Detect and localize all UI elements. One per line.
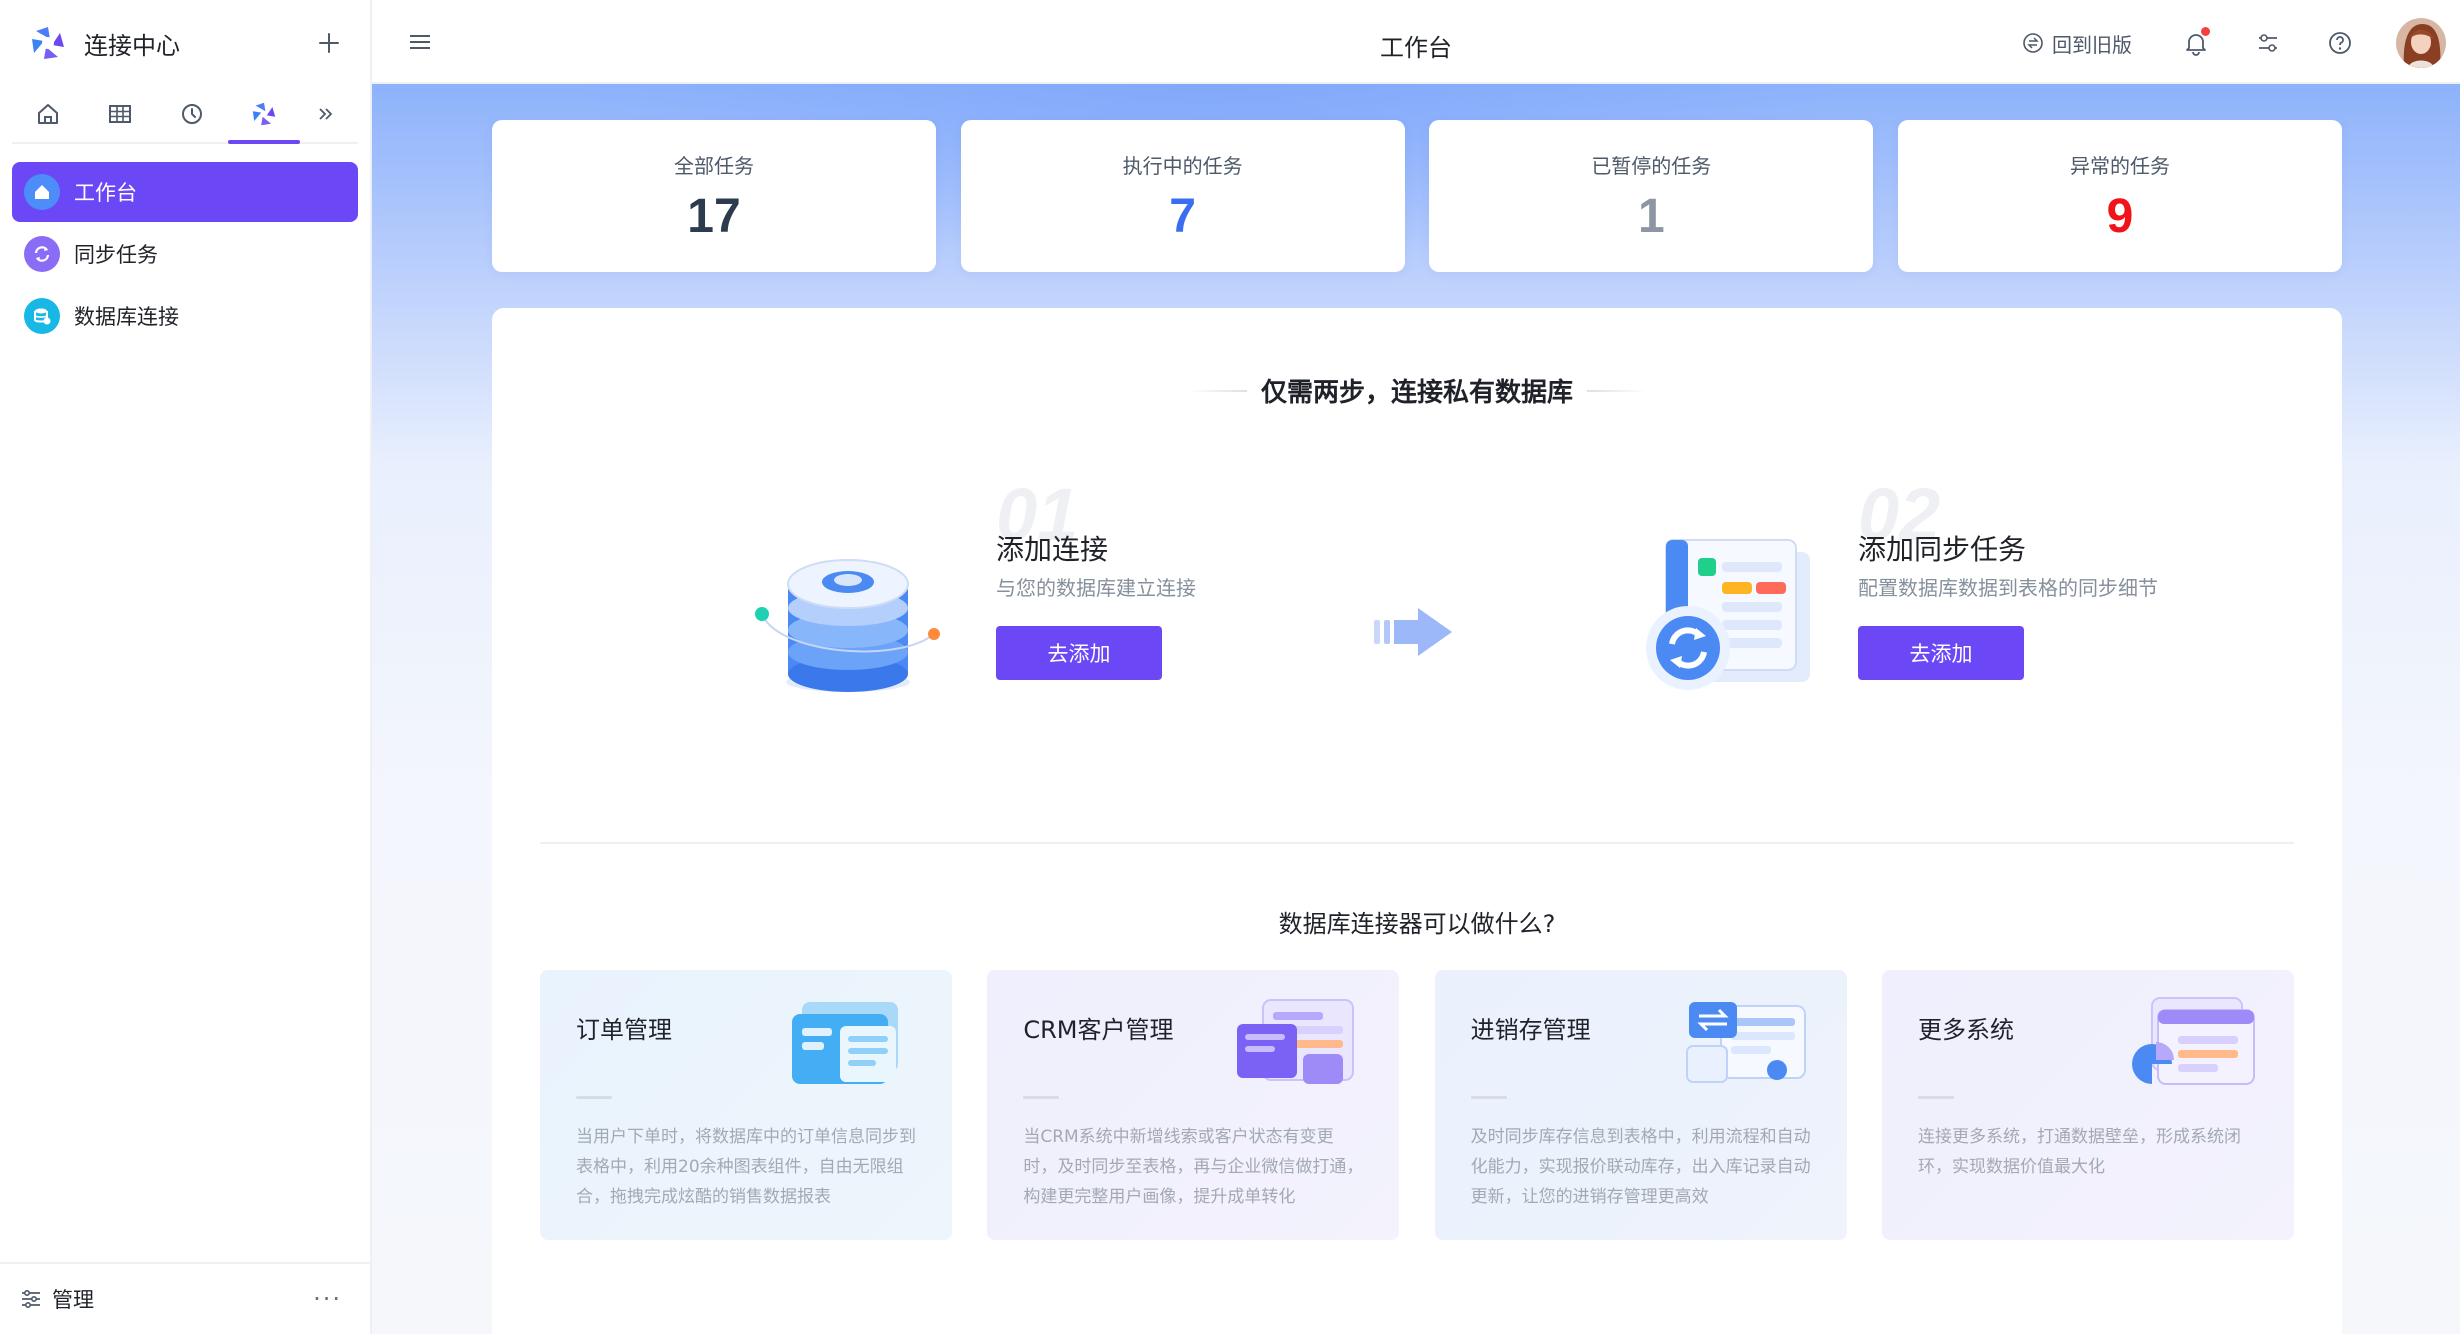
workbench-icon: [24, 174, 60, 210]
divider: [540, 842, 2294, 844]
guide-panel: 仅需两步，连接私有数据库 01 添加连接 与您的数据库建立连接 去添加 02 添…: [492, 308, 2342, 1334]
feature-title: CRM客户管理: [1023, 1016, 1174, 1044]
clock-icon: [179, 101, 205, 127]
double-chevron-right-icon: [316, 105, 334, 123]
sidebar-item-sync-tasks[interactable]: 同步任务: [12, 224, 358, 284]
expand-tabs-button[interactable]: [300, 86, 350, 142]
sidebar-title: 连接中心: [84, 31, 180, 60]
feature-card-order[interactable]: 订单管理 当用户下单时，将数据库中的订单信息同步到表格中，利用20余种图表组件，…: [540, 970, 952, 1240]
inventory-illustration-icon: [1681, 994, 1811, 1094]
order-illustration-icon: [786, 994, 916, 1094]
connect-center-icon: [250, 100, 278, 128]
home-icon: [35, 101, 61, 127]
sidebar-nav: 工作台 同步任务 数据库连接: [0, 144, 370, 366]
history-tab[interactable]: [156, 86, 228, 142]
table-icon: [107, 101, 133, 127]
manage-link[interactable]: 管理: [52, 1284, 313, 1314]
stat-value: 17: [687, 190, 741, 243]
connection-settings-icon[interactable]: [2252, 27, 2284, 59]
main-area: 全部任务 17 执行中的任务 7 已暂停的任务 1 异常的任务 9 仅需两步，连…: [372, 84, 2460, 1334]
sync-icon: [24, 236, 60, 272]
step-title: 添加连接: [996, 533, 1109, 566]
home-tab[interactable]: [12, 86, 84, 142]
guide-title-text: 仅需两步，连接私有数据库: [1260, 378, 1573, 408]
step-2-illustration: [1628, 532, 1828, 702]
table-tab[interactable]: [84, 86, 156, 142]
sidebar-item-label: 数据库连接: [74, 305, 179, 329]
stat-value: 9: [2106, 190, 2134, 243]
app-logo-icon: [28, 23, 68, 63]
guide-title: 仅需两步，连接私有数据库: [492, 372, 2342, 409]
connect-tab[interactable]: [228, 86, 300, 144]
sidebar-item-label: 同步任务: [74, 243, 158, 267]
stat-label: 异常的任务: [2069, 154, 2170, 178]
sidebar-tabs: [12, 86, 358, 144]
step-desc: 配置数据库数据到表格的同步细节: [1858, 576, 2158, 600]
stat-value: 1: [1637, 190, 1665, 243]
feature-desc: 当用户下单时，将数据库中的订单信息同步到表格中，利用20余种图表组件，自由无限组…: [576, 1127, 916, 1207]
stat-label: 执行中的任务: [1122, 154, 1243, 178]
notification-dot: [2201, 27, 2210, 36]
step-title: 添加同步任务: [1858, 533, 2027, 566]
feature-card-crm[interactable]: CRM客户管理 当CRM系统中新增线索或客户状态有变更时，及时同步至表格，再与企…: [987, 970, 1400, 1240]
back-to-old-version-button[interactable]: 回到旧版: [2022, 29, 2132, 58]
sidebar-item-workbench[interactable]: 工作台: [12, 162, 358, 222]
sidebar-item-db-connections[interactable]: 数据库连接: [12, 286, 358, 346]
stat-value: 7: [1169, 190, 1196, 243]
stats-row: 全部任务 17 执行中的任务 7 已暂停的任务 1 异常的任务 9: [492, 120, 2342, 272]
sidebar: 连接中心 工作台 同步任务 数据库连接 管理 ···: [0, 0, 372, 1334]
feature-title: 更多系统: [1917, 1016, 2014, 1044]
stat-card-paused[interactable]: 已暂停的任务 1: [1429, 120, 1874, 272]
menu-icon[interactable]: [406, 28, 434, 56]
step-2: 02 添加同步任务 配置数据库数据到表格的同步细节 去添加: [1858, 473, 2418, 752]
feature-desc: 及时同步库存信息到表格中，利用流程和自动化能力，实现报价联动库存，出入库记录自动…: [1470, 1127, 1811, 1207]
stat-card-error[interactable]: 异常的任务 9: [1897, 120, 2342, 272]
feature-card-more[interactable]: 更多系统 连接更多系统，打通数据壁垒，形成系统闭环，实现数据价值最大化: [1881, 970, 2294, 1240]
back-old-label: 回到旧版: [2052, 32, 2132, 57]
stat-card-all[interactable]: 全部任务 17: [492, 120, 936, 272]
switch-version-icon: [2022, 32, 2052, 54]
stat-label: 全部任务: [674, 154, 754, 178]
step-1-illustration: [748, 534, 948, 694]
notification-bell-icon[interactable]: [2180, 27, 2212, 59]
settings-sliders-icon: [20, 1288, 42, 1310]
crm-illustration-icon: [1233, 994, 1363, 1094]
feature-desc: 连接更多系统，打通数据壁垒，形成系统闭环，实现数据价值最大化: [1917, 1127, 2241, 1177]
avatar[interactable]: [2396, 18, 2446, 68]
step-desc: 与您的数据库建立连接: [996, 576, 1196, 600]
stat-label: 已暂停的任务: [1591, 154, 1712, 178]
add-sync-task-button[interactable]: 去添加: [1858, 626, 2024, 680]
step-1: 01 添加连接 与您的数据库建立连接 去添加: [996, 473, 1556, 752]
help-icon[interactable]: [2324, 27, 2356, 59]
more-systems-illustration-icon: [2128, 994, 2258, 1094]
feature-card-inventory[interactable]: 进销存管理 及时同步库存信息到表格中，利用流程和自动化能力，实现报价联动库存，出…: [1434, 970, 1847, 1240]
features-title: 数据库连接器可以做什么?: [1278, 910, 1556, 938]
features-list: 订单管理 当用户下单时，将数据库中的订单信息同步到表格中，利用20余种图表组件，…: [540, 970, 2294, 1240]
feature-title: 订单管理: [576, 1016, 672, 1044]
topbar-actions: 回到旧版: [2022, 18, 2446, 68]
topbar: 工作台 回到旧版: [372, 0, 2460, 84]
feature-desc: 当CRM系统中新增线索或客户状态有变更时，及时同步至表格，再与企业微信做打通，构…: [1023, 1127, 1364, 1207]
sidebar-footer: 管理 ···: [0, 1262, 370, 1334]
arrow-right-icon: [1374, 604, 1454, 660]
more-button[interactable]: ···: [313, 1285, 342, 1313]
stat-card-running[interactable]: 执行中的任务 7: [960, 120, 1405, 272]
add-icon[interactable]: [314, 28, 344, 58]
sidebar-item-label: 工作台: [74, 181, 137, 205]
sidebar-header: 连接中心: [0, 0, 370, 86]
add-connection-button[interactable]: 去添加: [996, 626, 1162, 680]
database-icon: [24, 298, 60, 334]
feature-title: 进销存管理: [1470, 1016, 1591, 1044]
